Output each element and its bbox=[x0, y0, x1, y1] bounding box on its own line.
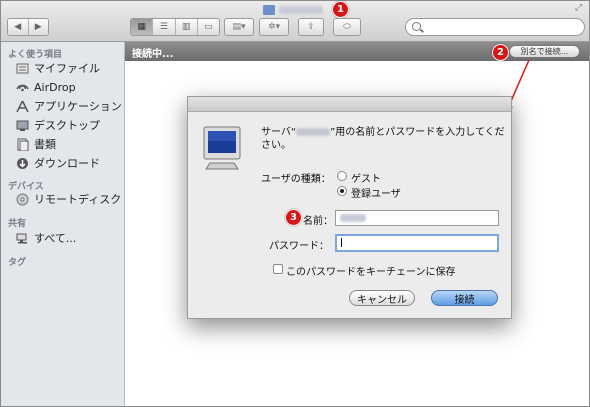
action-button[interactable]: ✲▾ bbox=[259, 18, 289, 36]
grid-icon: ▦ bbox=[137, 22, 146, 32]
sidebar-item-label: ダウンロード bbox=[34, 157, 100, 170]
registered-user-radio[interactable] bbox=[337, 186, 347, 196]
window-title-text bbox=[279, 6, 323, 14]
sidebar-item-label: すべて... bbox=[34, 232, 77, 245]
list-icon: ☰ bbox=[159, 22, 168, 32]
guest-radio[interactable] bbox=[337, 171, 347, 181]
sidebar-item-desktop[interactable]: デスクトップ bbox=[16, 117, 100, 133]
callout-1: 1 bbox=[332, 1, 349, 18]
gear-icon: ✲▾ bbox=[267, 22, 281, 32]
sidebar-item-documents[interactable]: 書類 bbox=[16, 136, 56, 152]
list-view-button[interactable]: ☰ bbox=[153, 19, 176, 35]
keychain-checkbox-label[interactable]: このパスワードをキーチェーンに保存 bbox=[286, 263, 456, 278]
forward-button[interactable]: ▶ bbox=[28, 19, 48, 35]
sidebar-item-all-shared[interactable]: すべて... bbox=[16, 230, 76, 246]
sidebar-header-tags: タグ bbox=[8, 258, 27, 268]
arrange-icon: ▤▾ bbox=[232, 22, 246, 32]
connect-button[interactable]: 接続 bbox=[431, 290, 498, 306]
sidebar-item-label: アプリケーション bbox=[34, 100, 122, 113]
tag-icon: ⬭ bbox=[343, 22, 351, 32]
sidebar-header-shared: 共有 bbox=[8, 219, 27, 229]
sidebar-item-label: デスクトップ bbox=[34, 119, 100, 132]
sidebar-item-label: 書類 bbox=[34, 138, 56, 151]
login-dialog: サーバ“ ”用の名前とパスワードを入力してください。 ユーザの種類： ゲスト 登録… bbox=[187, 96, 512, 319]
all-files-icon bbox=[16, 62, 29, 75]
server-name-blurred bbox=[296, 128, 331, 136]
applications-icon bbox=[16, 100, 29, 113]
password-field[interactable] bbox=[335, 234, 499, 252]
downloads-icon bbox=[16, 157, 29, 170]
search-field[interactable] bbox=[405, 18, 585, 36]
sidebar-item-remote-disc[interactable]: リモートディスク bbox=[16, 191, 121, 207]
finder-window: 1 ◀ ▶ ▦ ☰ ▥ ▭ ▤▾ ✲▾ ⇪ ⬭ ⤢ よく使う項目 マイファイル … bbox=[0, 0, 590, 407]
back-forward-control: ◀ ▶ bbox=[7, 18, 49, 36]
user-type-label: ユーザの種類： bbox=[261, 174, 331, 185]
name-value-blurred bbox=[340, 214, 366, 222]
network-icon bbox=[16, 232, 29, 245]
server-monitor-icon bbox=[202, 125, 246, 173]
name-label: 名前： bbox=[303, 216, 333, 227]
folder-icon bbox=[263, 5, 275, 15]
forward-arrow-icon: ▶ bbox=[34, 22, 42, 32]
name-field[interactable] bbox=[335, 210, 499, 226]
connection-status: 接続中... bbox=[132, 49, 174, 60]
message-prefix: サーバ“ bbox=[261, 127, 297, 138]
back-arrow-icon: ◀ bbox=[14, 22, 22, 32]
guest-option-label[interactable]: ゲスト bbox=[351, 170, 381, 185]
sidebar: よく使う項目 マイファイル AirDrop アプリケーション デスクトップ 書類… bbox=[1, 42, 125, 406]
fullscreen-icon[interactable]: ⤢ bbox=[575, 3, 582, 13]
keychain-checkbox[interactable] bbox=[273, 264, 283, 274]
documents-icon bbox=[16, 138, 29, 151]
coverflow-icon: ▭ bbox=[204, 22, 213, 32]
remote-disc-icon bbox=[16, 193, 29, 206]
sidebar-item-label: マイファイル bbox=[34, 62, 100, 75]
toolbar: 1 ◀ ▶ ▦ ☰ ▥ ▭ ▤▾ ✲▾ ⇪ ⬭ ⤢ bbox=[1, 1, 589, 42]
sidebar-item-label: リモートディスク bbox=[34, 193, 122, 206]
arrange-button[interactable]: ▤▾ bbox=[224, 18, 254, 36]
dialog-titlebar bbox=[188, 97, 511, 112]
sidebar-item-label: AirDrop bbox=[34, 80, 76, 94]
sidebar-item-all-files[interactable]: マイファイル bbox=[16, 60, 100, 76]
window-title bbox=[263, 3, 323, 17]
sidebar-item-airdrop[interactable]: AirDrop bbox=[16, 79, 76, 95]
tags-button[interactable]: ⬭ bbox=[333, 18, 361, 36]
dialog-message: サーバ“ ”用の名前とパスワードを入力してください。 bbox=[261, 126, 505, 152]
columns-icon: ▥ bbox=[181, 22, 191, 32]
column-view-button[interactable]: ▥ bbox=[175, 19, 198, 35]
sidebar-item-applications[interactable]: アプリケーション bbox=[16, 98, 122, 114]
icon-view-button[interactable]: ▦ bbox=[131, 19, 154, 35]
search-icon bbox=[412, 22, 421, 31]
share-button[interactable]: ⇪ bbox=[298, 18, 324, 36]
desktop-icon bbox=[16, 119, 29, 132]
sidebar-item-downloads[interactable]: ダウンロード bbox=[16, 155, 100, 171]
airdrop-icon bbox=[16, 81, 29, 94]
callout-3: 3 bbox=[285, 209, 302, 226]
share-icon: ⇪ bbox=[307, 22, 315, 32]
cancel-button[interactable]: キャンセル bbox=[349, 290, 415, 306]
back-button[interactable]: ◀ bbox=[8, 19, 29, 35]
coverflow-view-button[interactable]: ▭ bbox=[197, 19, 219, 35]
text-caret bbox=[341, 238, 342, 247]
view-mode-control: ▦ ☰ ▥ ▭ bbox=[130, 18, 220, 36]
registered-option-label[interactable]: 登録ユーザ bbox=[351, 185, 401, 200]
sidebar-header-favorites: よく使う項目 bbox=[8, 50, 63, 60]
password-label: パスワード： bbox=[269, 241, 329, 252]
